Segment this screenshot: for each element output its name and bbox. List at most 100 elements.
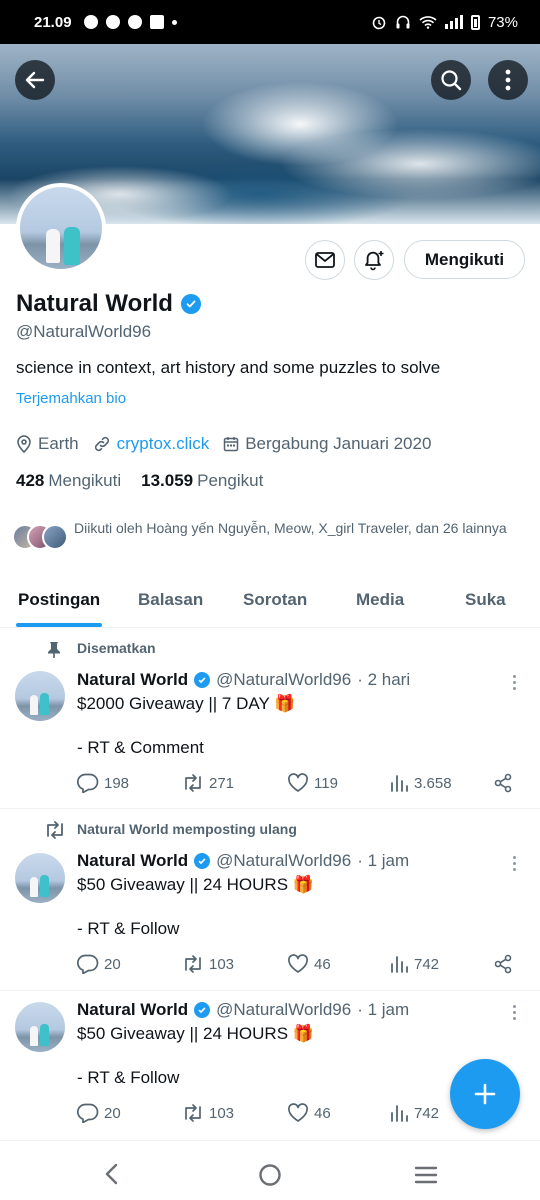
analytics-icon — [391, 956, 408, 973]
tab-sorotan[interactable]: Sorotan — [243, 590, 307, 610]
following-count: 428 — [16, 471, 45, 490]
like-button[interactable]: 119 — [287, 773, 338, 793]
views-button[interactable]: 742 — [389, 954, 439, 974]
share-button[interactable] — [493, 773, 513, 793]
message-button[interactable] — [305, 240, 345, 280]
post-author-name[interactable]: Natural World — [77, 1000, 188, 1020]
reply-button[interactable]: 20 — [77, 954, 121, 974]
repost-icon — [47, 821, 63, 839]
reply-count: 198 — [104, 774, 130, 792]
like-count: 46 — [314, 1104, 331, 1122]
profile-location: Earth — [38, 434, 79, 453]
repost-count: 103 — [209, 955, 235, 973]
profile-website-link[interactable]: cryptox.click — [117, 434, 210, 454]
analytics-icon — [391, 775, 408, 792]
plus-icon — [474, 1083, 496, 1105]
post-more-button[interactable] — [513, 675, 517, 693]
post-more-button[interactable] — [513, 856, 517, 874]
reply-button[interactable]: 198 — [77, 773, 129, 793]
followed-by-text[interactable]: Diikuti oleh Hoàng yến Nguyễn, Meow, X_g… — [74, 518, 514, 538]
active-tab-indicator — [16, 623, 102, 627]
search-icon — [441, 70, 462, 91]
post-text-line: - RT & Comment — [77, 738, 204, 757]
following-button[interactable]: Mengikuti — [404, 240, 525, 279]
nav-recents-icon[interactable] — [414, 1165, 438, 1185]
like-button[interactable]: 46 — [287, 954, 331, 974]
signal-icon — [444, 15, 463, 29]
nav-back-icon[interactable] — [104, 1163, 120, 1185]
system-navigation-bar — [0, 1140, 540, 1200]
tab-suka[interactable]: Suka — [465, 590, 506, 610]
back-button[interactable] — [15, 60, 55, 100]
repost-icon — [185, 774, 201, 792]
post-item[interactable]: Disematkan Natural World @NaturalWorld96… — [0, 629, 540, 809]
views-button[interactable]: 742 — [389, 1103, 439, 1123]
heart-icon — [288, 954, 308, 973]
tab-postingan[interactable]: Postingan — [18, 590, 100, 610]
following-stat[interactable]: 428 Mengikuti — [16, 471, 121, 491]
tab-balasan[interactable]: Balasan — [138, 590, 203, 610]
status-bar: 21.09 73% — [0, 0, 540, 44]
profile-joined-date: Bergabung Januari 2020 — [245, 434, 432, 453]
post-author-avatar[interactable] — [15, 853, 65, 903]
more-button[interactable] — [488, 60, 528, 100]
post-text-line: $50 Giveaway || 24 HOURS 🎁 — [77, 875, 314, 894]
translate-bio-link[interactable]: Terjemahkan bio — [16, 390, 126, 407]
tiktok-icon — [149, 15, 164, 29]
like-button[interactable]: 46 — [287, 1103, 331, 1123]
profile-handle: @NaturalWorld96 — [16, 322, 152, 341]
pin-icon — [48, 642, 60, 658]
followers-stat[interactable]: 13.059 Pengikut — [141, 471, 263, 491]
back-arrow-icon — [25, 71, 45, 89]
avatar-figure — [46, 229, 60, 263]
post-actions: 20 103 46 742 — [77, 953, 517, 975]
verified-badge-icon — [180, 294, 201, 314]
calendar-icon — [223, 437, 239, 452]
post-item[interactable]: Natural World memposting ulang Natural W… — [0, 810, 540, 991]
verified-badge-icon — [194, 853, 211, 869]
link-icon — [94, 436, 109, 452]
repost-button[interactable]: 103 — [182, 1103, 234, 1123]
profile-meta: Earth cryptox.click Bergabung Januari 20… — [16, 434, 445, 454]
facebook-icon — [127, 15, 142, 29]
reposted-label[interactable]: Natural World memposting ulang — [77, 821, 297, 837]
view-count: 3.658 — [414, 774, 452, 792]
like-count: 46 — [314, 955, 331, 973]
tab-media[interactable]: Media — [356, 590, 404, 610]
share-button[interactable] — [493, 954, 513, 974]
location-pin-icon — [17, 435, 31, 453]
more-vertical-icon — [505, 69, 511, 91]
post-author-avatar[interactable] — [15, 1002, 65, 1052]
post-author-name[interactable]: Natural World — [77, 851, 188, 871]
notifications-button[interactable] — [354, 240, 394, 280]
post-header: Natural World @NaturalWorld96 · 1 jam — [77, 851, 409, 871]
post-author-avatar[interactable] — [15, 671, 65, 721]
share-icon — [494, 773, 512, 793]
profile-avatar[interactable] — [16, 183, 106, 273]
headphones-icon — [396, 15, 410, 29]
repost-button[interactable]: 103 — [182, 954, 234, 974]
compose-post-button[interactable] — [450, 1059, 520, 1129]
nav-home-icon[interactable] — [258, 1163, 282, 1187]
repost-icon — [185, 955, 201, 973]
post-more-button[interactable] — [513, 1005, 517, 1023]
followers-count: 13.059 — [141, 471, 194, 490]
search-button[interactable] — [431, 60, 471, 100]
views-button[interactable]: 3.658 — [389, 773, 452, 793]
reply-button[interactable]: 20 — [77, 1103, 121, 1123]
profile-name-row: Natural World — [16, 290, 201, 318]
repost-count: 103 — [209, 1104, 235, 1122]
reply-count: 20 — [104, 1104, 121, 1122]
reply-icon — [77, 1103, 99, 1123]
post-text-line: - RT & Follow — [77, 919, 180, 938]
verified-badge-icon — [194, 672, 211, 688]
repost-button[interactable]: 271 — [182, 773, 234, 793]
avatar-figure — [64, 227, 80, 265]
status-time: 21.09 — [34, 13, 72, 31]
post-author-name[interactable]: Natural World — [77, 670, 188, 690]
post-header: Natural World @NaturalWorld96 · 1 jam — [77, 1000, 409, 1020]
alarm-icon — [372, 16, 386, 30]
share-icon — [494, 954, 512, 974]
chat-bubble-icon — [83, 15, 98, 29]
post-text-line: - RT & Follow — [77, 1068, 180, 1087]
